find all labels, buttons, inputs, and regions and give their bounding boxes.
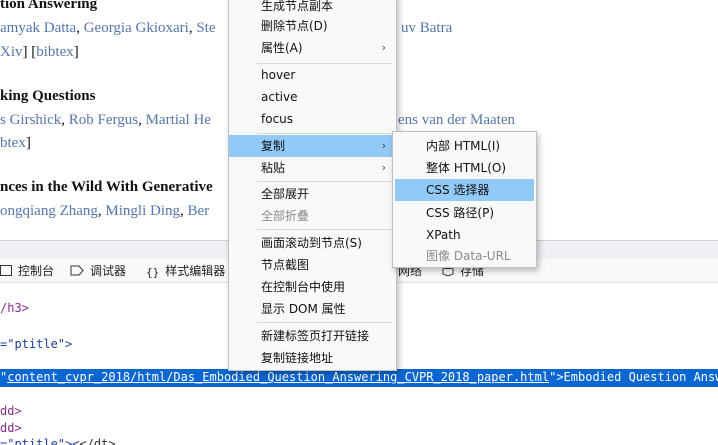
bibtex-link[interactable]: bibtex	[36, 44, 74, 60]
tab-console[interactable]: 控制台	[0, 259, 54, 283]
href-link[interactable]: content_cvpr_2018/html/Das_Embodied_Ques…	[7, 370, 549, 384]
menu-separator	[257, 229, 392, 230]
menu-item-collapse-all: 全部折叠	[261, 209, 310, 223]
menu-item-copy-image-data-url: 图像 Data-URL	[426, 249, 511, 263]
debugger-icon	[70, 265, 84, 276]
paper-title-3[interactable]: nces in the Wild With Generative	[0, 179, 213, 196]
menu-item-hover[interactable]: hover	[229, 64, 396, 86]
menu-item-copy-xpath[interactable]: XPath	[393, 224, 536, 246]
menu-item-copy-outer-html[interactable]: 整体 HTML(O)	[393, 157, 536, 179]
author-link[interactable]: Mingli Ding	[105, 203, 180, 219]
menu-item-copy-inner-html[interactable]: 内部 HTML(I)	[393, 135, 536, 157]
menu-item-open-link-new-tab[interactable]: 新建标签页打开链接	[229, 325, 396, 347]
menu-item-expand-all[interactable]: 全部展开	[229, 183, 396, 205]
paper-title-1[interactable]: tion Answering	[0, 0, 97, 13]
menu-item-show-dom-properties[interactable]: 显示 DOM 属性	[229, 298, 396, 320]
menu-item-scroll-into-view[interactable]: 画面滚动到节点(S)	[229, 232, 396, 254]
tab-style-editor[interactable]: {} 样式编辑器	[146, 259, 225, 283]
menu-item-copy-css-selector[interactable]: CSS 选择器	[395, 179, 534, 201]
bibtex-link[interactable]: btex	[0, 135, 26, 151]
menu-item-paste[interactable]: 粘贴 ›	[229, 157, 396, 179]
menu-item-copy-link-address[interactable]: 复制链接地址	[229, 347, 396, 369]
author-link[interactable]: Ste	[196, 20, 215, 36]
copy-submenu: 内部 HTML(I) 整体 HTML(O) CSS 选择器 CSS 路径(P) …	[392, 131, 537, 268]
chevron-right-icon: ›	[381, 139, 386, 152]
chevron-right-icon: ›	[381, 41, 386, 54]
markup-line[interactable]: ="ptitle">	[0, 337, 72, 351]
style-editor-icon: {}	[146, 266, 160, 279]
author-link[interactable]: Rob Fergus	[69, 112, 138, 128]
menu-item-focus[interactable]: focus	[229, 108, 396, 130]
author-link[interactable]: uv Batra	[401, 20, 452, 36]
console-icon	[0, 265, 12, 276]
selected-markup-line[interactable]: "content_cvpr_2018/html/Das_Embodied_Que…	[0, 369, 718, 387]
author-link[interactable]: ongqiang Zhang	[0, 203, 98, 219]
markup-line[interactable]: dd>	[0, 404, 22, 418]
markup-line[interactable]: /h3>	[0, 301, 29, 315]
arxiv-link[interactable]: Xiv	[0, 44, 23, 60]
author-link[interactable]: s Girshick	[0, 112, 61, 128]
paper-authors-3: ongqiang Zhang, Mingli Ding, Ber	[0, 203, 210, 219]
paper-authors-2-tail: ens van der Maaten	[398, 112, 515, 129]
chevron-right-icon: ›	[381, 161, 386, 174]
menu-item-screenshot-node[interactable]: 节点截图	[229, 254, 396, 276]
markup-line[interactable]: dd>	[0, 421, 22, 435]
paper-authors-1-tail: uv Batra	[401, 20, 452, 37]
menu-separator	[257, 322, 392, 323]
markup-line[interactable]: ="ptitle"><</dt>	[0, 437, 116, 445]
author-link[interactable]: Ber	[188, 203, 210, 219]
context-menu: 生成节点副本 删除节点(D) 属性(A) › hover active focus…	[228, 0, 397, 371]
menu-item-attributes[interactable]: 属性(A) ›	[229, 37, 396, 59]
author-link[interactable]: amyak Datta	[0, 20, 76, 36]
author-link[interactable]: Georgia Gkioxari	[84, 20, 189, 36]
menu-item-active[interactable]: active	[229, 86, 396, 108]
menu-separator	[257, 133, 392, 134]
menu-separator	[257, 181, 392, 182]
paper-title-2[interactable]: king Questions	[0, 88, 95, 105]
tab-debugger[interactable]: 调试器	[70, 259, 126, 283]
author-link[interactable]: ens van der Maaten	[398, 112, 515, 128]
paper-authors-1: amyak Datta, Georgia Gkioxari, Ste	[0, 20, 216, 36]
author-link[interactable]: Martial He	[146, 112, 211, 128]
menu-item-copy[interactable]: 复制 ›	[229, 135, 396, 157]
menu-item-copy-css-path[interactable]: CSS 路径(P)	[393, 202, 536, 224]
paper-authors-2: s Girshick, Rob Fergus, Martial He	[0, 112, 211, 128]
menu-item-delete-node[interactable]: 删除节点(D)	[229, 15, 396, 37]
paper-links-1: Xiv] [bibtex]	[0, 44, 79, 60]
paper-links-2: btex]	[0, 135, 31, 151]
menu-item-use-in-console[interactable]: 在控制台中使用	[229, 276, 396, 298]
